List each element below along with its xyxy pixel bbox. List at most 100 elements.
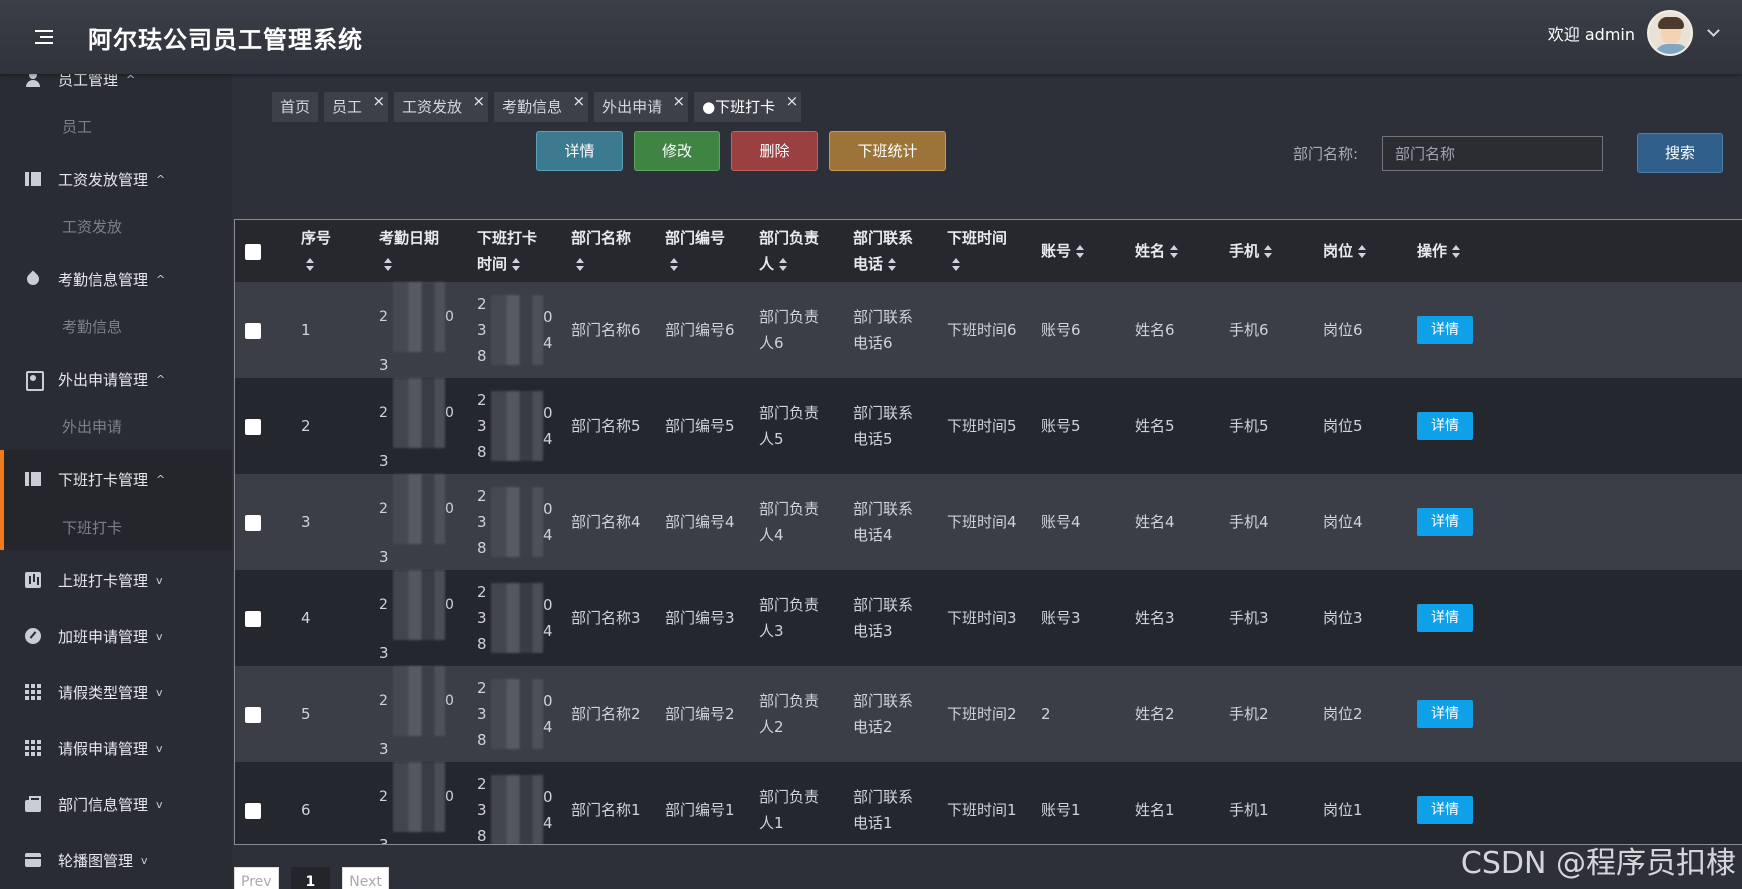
col-header-post[interactable]: 岗位	[1317, 220, 1411, 282]
col-header-no[interactable]: 序号	[295, 220, 373, 282]
row-detail-button[interactable]: 详情	[1417, 700, 1473, 728]
close-icon[interactable]: ×	[372, 86, 385, 116]
row-checkbox[interactable]	[245, 418, 261, 435]
sidebar-item-clockout-mgmt[interactable]: 下班打卡管理 ^	[0, 450, 232, 508]
row-detail-button[interactable]: 详情	[1417, 508, 1473, 536]
col-header-dept-leader[interactable]: 部门负责人	[753, 220, 847, 282]
sort-icon[interactable]	[951, 257, 961, 272]
cell-dept-name: 部门名称5	[565, 378, 659, 474]
sort-icon[interactable]	[669, 257, 679, 272]
page-1-button[interactable]: 1	[290, 867, 331, 889]
next-page-button[interactable]: Next	[342, 867, 389, 889]
table-row[interactable]: 1 2 0 3 2 3 8 0 4 部门名称6 部门编号6 部门负责 人6 部门联系 电话6 下班时间6 账号6…	[235, 282, 1742, 378]
cell-no: 5	[295, 666, 373, 762]
row-checkbox[interactable]	[245, 322, 261, 339]
sort-icon[interactable]	[1357, 244, 1367, 259]
row-detail-button[interactable]: 详情	[1417, 316, 1473, 344]
tab-salary[interactable]: 工资发放 ×	[394, 92, 489, 122]
cell-date: 203	[373, 378, 471, 474]
user-menu[interactable]: 欢迎 admin	[1548, 10, 1720, 56]
close-icon[interactable]: ×	[786, 86, 799, 116]
prev-page-button[interactable]: Prev	[234, 867, 279, 889]
select-all-checkbox[interactable]	[245, 243, 261, 260]
row-detail-button[interactable]: 详情	[1417, 796, 1473, 824]
col-header-op[interactable]: 操作	[1411, 220, 1742, 282]
sidebar-item-attendance-mgmt[interactable]: 考勤信息管理 ^	[0, 257, 232, 301]
tab-clockout[interactable]: ●下班打卡 ×	[694, 92, 802, 122]
cell-dept-phone: 部门联系 电话5	[847, 378, 941, 474]
cell-account: 账号3	[1035, 570, 1129, 666]
sidebar-item-outing-mgmt[interactable]: 外出申请管理 ^	[0, 357, 232, 401]
tab-home[interactable]: 首页	[272, 92, 319, 122]
detail-button[interactable]: 详情	[536, 131, 623, 171]
table-row[interactable]: 2 2 0 3 2 3 8 0 4 部门名称5 部门编号5 部门负责 人5 部门联系 电话5 下班时间5 账号5…	[235, 378, 1742, 474]
gauge-icon	[24, 627, 42, 645]
col-header-name[interactable]: 姓名	[1129, 220, 1223, 282]
chevron-down-icon: v	[156, 629, 163, 643]
tab-attendance[interactable]: 考勤信息 ×	[494, 92, 589, 122]
row-checkbox[interactable]	[245, 706, 261, 723]
table-row[interactable]: 6 2 0 3 2 3 8 0 4 部门名称1 部门编号1 部门负责 人1 部门联系 电话1 下班时间1 账号1…	[235, 762, 1742, 844]
sidebar-item-leave-apply-mgmt[interactable]: 请假申请管理 v	[0, 726, 232, 770]
col-header-date[interactable]: 考勤日期	[373, 220, 471, 282]
sidebar-item-clockin-mgmt[interactable]: 上班打卡管理 v	[0, 558, 232, 602]
card-icon	[24, 851, 42, 869]
menu-toggle-icon[interactable]	[22, 15, 66, 59]
dept-name-search-input[interactable]	[1382, 136, 1603, 171]
sort-icon[interactable]	[887, 257, 897, 272]
sort-icon[interactable]	[778, 257, 788, 272]
row-detail-button[interactable]: 详情	[1417, 604, 1473, 632]
sidebar-item-dept-mgmt[interactable]: 部门信息管理 v	[0, 782, 232, 826]
sort-icon[interactable]	[575, 257, 585, 272]
search-button[interactable]: 搜索	[1637, 133, 1723, 173]
tab-outing[interactable]: 外出申请 ×	[594, 92, 689, 122]
close-icon[interactable]: ×	[572, 86, 585, 116]
col-header-clockout-time[interactable]: 下班打卡 时间	[471, 220, 565, 282]
sidebar-item-label: 部门信息管理	[58, 795, 149, 814]
sidebar-sub-employee[interactable]: 员工	[0, 107, 232, 147]
cell-account: 2	[1035, 666, 1129, 762]
clockout-stats-button[interactable]: 下班统计	[829, 131, 946, 171]
sidebar-item-overtime-mgmt[interactable]: 加班申请管理 v	[0, 614, 232, 658]
select-all-cell	[235, 220, 295, 282]
avatar[interactable]	[1647, 10, 1693, 56]
sidebar-sub-clockout[interactable]: 下班打卡	[0, 508, 232, 550]
cell-offwork-time: 下班时间6	[941, 282, 1035, 378]
sort-icon[interactable]	[383, 257, 393, 272]
sort-icon[interactable]	[305, 257, 315, 272]
sidebar-sub-outing[interactable]: 外出申请	[0, 407, 232, 447]
cell-op: 详情	[1411, 282, 1742, 378]
cell-dept-code: 部门编号4	[659, 474, 753, 570]
tab-employee[interactable]: 员工 ×	[324, 92, 389, 122]
table-row[interactable]: 4 2 0 3 2 3 8 0 4 部门名称3 部门编号3 部门负责 人3 部门联系 电话3 下班时间3 账号3…	[235, 570, 1742, 666]
sort-icon[interactable]	[511, 257, 521, 272]
sidebar-item-carousel-mgmt[interactable]: 轮播图管理 v	[0, 838, 232, 882]
sort-icon[interactable]	[1075, 244, 1085, 259]
sidebar-sub-salary[interactable]: 工资发放	[0, 207, 232, 247]
close-icon[interactable]: ×	[472, 86, 485, 116]
chevron-down-icon[interactable]	[1707, 23, 1720, 37]
sort-icon[interactable]	[1263, 244, 1273, 259]
table-row[interactable]: 3 2 0 3 2 3 8 0 4 部门名称4 部门编号4 部门负责 人4 部门联系 电话4 下班时间4 账号4…	[235, 474, 1742, 570]
sidebar-item-leave-type-mgmt[interactable]: 请假类型管理 v	[0, 670, 232, 714]
row-checkbox[interactable]	[245, 802, 261, 819]
col-header-dept-name[interactable]: 部门名称	[565, 220, 659, 282]
table-row[interactable]: 5 2 0 3 2 3 8 0 4 部门名称2 部门编号2 部门负责 人2 部门联系 电话2 下班时间2 2 姓名…	[235, 666, 1742, 762]
row-detail-button[interactable]: 详情	[1417, 412, 1473, 440]
row-checkbox[interactable]	[245, 514, 261, 531]
col-header-account[interactable]: 账号	[1035, 220, 1129, 282]
sidebar-item-salary-mgmt[interactable]: 工资发放管理 ^	[0, 157, 232, 201]
col-header-phone[interactable]: 手机	[1223, 220, 1317, 282]
cell-name: 姓名1	[1129, 762, 1223, 844]
col-header-dept-code[interactable]: 部门编号	[659, 220, 753, 282]
sort-icon[interactable]	[1169, 244, 1179, 259]
col-header-offwork-time[interactable]: 下班时间	[941, 220, 1035, 282]
delete-button[interactable]: 删除	[731, 131, 818, 171]
sidebar-sub-attendance[interactable]: 考勤信息	[0, 307, 232, 347]
edit-button[interactable]: 修改	[634, 131, 720, 171]
col-header-dept-phone[interactable]: 部门联系 电话	[847, 220, 941, 282]
row-checkbox[interactable]	[245, 610, 261, 627]
tab-label: 工资发放	[402, 98, 463, 116]
sort-icon[interactable]	[1451, 244, 1461, 259]
close-icon[interactable]: ×	[673, 86, 686, 116]
